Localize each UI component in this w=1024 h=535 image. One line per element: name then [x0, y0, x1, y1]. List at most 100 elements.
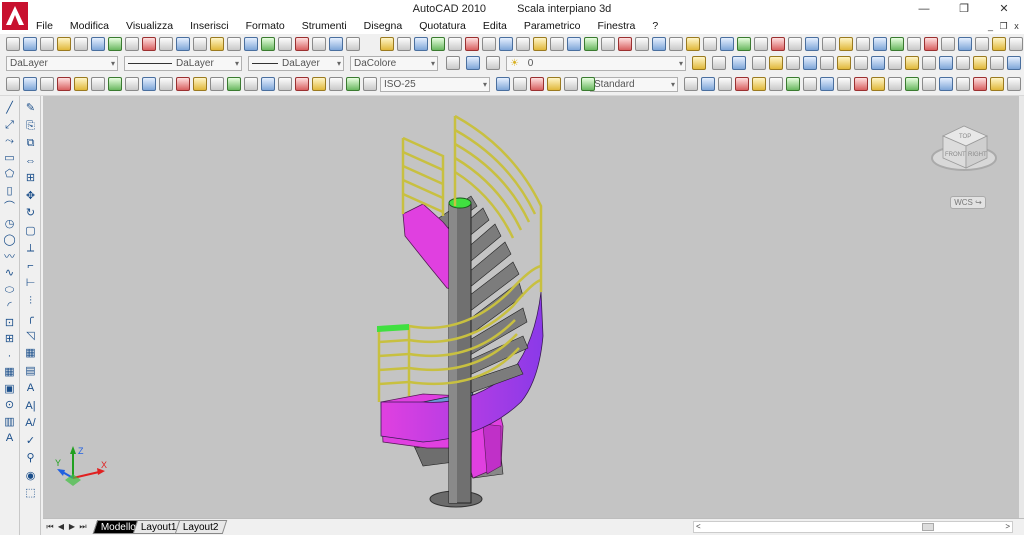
properties-tool-icon[interactable] — [837, 56, 851, 70]
draw-tool-icon[interactable]: ⌒ — [3, 201, 16, 214]
dimension-tool-icon[interactable] — [23, 77, 37, 91]
dimension-tool-icon[interactable] — [820, 77, 834, 91]
modify-tool-icon[interactable]: ◉ — [24, 470, 37, 483]
standard-tool-icon[interactable] — [91, 37, 105, 51]
modify-tool-icon[interactable]: ⊞ — [24, 172, 37, 185]
standard-tool-icon[interactable] — [907, 37, 921, 51]
dimension-tool-icon[interactable] — [922, 77, 936, 91]
properties-tool-icon[interactable] — [905, 56, 919, 70]
dimension-tool-icon[interactable] — [176, 77, 190, 91]
standard-tool-icon[interactable] — [533, 37, 547, 51]
standard-tool-icon[interactable] — [873, 37, 887, 51]
standard-tool-icon[interactable] — [312, 37, 326, 51]
draw-tool-icon[interactable]: ⤳ — [3, 135, 16, 148]
properties-tool-icon[interactable] — [803, 56, 817, 70]
standard-tool-icon[interactable] — [278, 37, 292, 51]
standard-tool-icon[interactable] — [57, 37, 71, 51]
menu-item-disegna[interactable]: Disegna — [364, 20, 403, 34]
menu-item-visualizza[interactable]: Visualizza — [126, 20, 173, 34]
dimension-tool-icon[interactable] — [752, 77, 766, 91]
dimension-tool-icon[interactable] — [718, 77, 732, 91]
standard-tool-icon[interactable] — [805, 37, 819, 51]
modify-tool-icon[interactable]: ⌐ — [24, 260, 37, 273]
dimension-tool-icon[interactable] — [769, 77, 783, 91]
modify-tool-icon[interactable]: ✥ — [24, 190, 37, 203]
dimension-tool-icon[interactable] — [888, 77, 902, 91]
restore-button[interactable]: ❐ — [944, 0, 984, 18]
last-tab-button[interactable]: ⏭ — [78, 521, 88, 532]
modify-tool-icon[interactable]: ⊢ — [24, 277, 37, 290]
scroll-left-icon[interactable]: < — [696, 522, 701, 531]
draw-tool-icon[interactable]: A — [3, 432, 16, 445]
properties-tool-icon[interactable] — [1007, 56, 1021, 70]
dimension-tool-icon[interactable] — [701, 77, 715, 91]
properties-tool-icon[interactable] — [973, 56, 987, 70]
standard-tool-icon[interactable] — [550, 37, 564, 51]
dimension-tool-icon[interactable] — [803, 77, 817, 91]
draw-tool-icon[interactable]: ▥ — [3, 416, 16, 429]
standard-tool-icon[interactable] — [652, 37, 666, 51]
standard-tool-icon[interactable] — [992, 37, 1006, 51]
draw-tool-icon[interactable]: ▯ — [3, 185, 16, 198]
modify-tool-icon[interactable]: ▢ — [24, 225, 37, 238]
modify-tool-icon[interactable]: ⬚ — [24, 487, 37, 500]
standard-tool-icon[interactable] — [771, 37, 785, 51]
standard-tool-icon[interactable] — [822, 37, 836, 51]
dimension-tool-icon[interactable] — [142, 77, 156, 91]
modify-tool-icon[interactable]: ⚲ — [24, 452, 37, 465]
dimension-tool-icon[interactable] — [312, 77, 326, 91]
dimension-tool-icon[interactable] — [1007, 77, 1021, 91]
standard-tool-icon[interactable] — [295, 37, 309, 51]
standard-tool-icon[interactable] — [669, 37, 683, 51]
dimension-tool-icon[interactable] — [735, 77, 749, 91]
standard-tool-icon[interactable] — [142, 37, 156, 51]
doc-close-button[interactable]: x — [1011, 20, 1022, 32]
standard-tool-icon[interactable] — [414, 37, 428, 51]
properties-tool-icon[interactable] — [466, 56, 480, 70]
drawing-viewport[interactable]: TOP FRONT RIGHT Z X Y WCS ↪ — [43, 96, 1019, 518]
next-tab-button[interactable]: ▶ — [67, 521, 77, 532]
properties-tool-icon[interactable] — [486, 56, 500, 70]
standard-tool-icon[interactable] — [856, 37, 870, 51]
draw-tool-icon[interactable]: ⊙ — [3, 399, 16, 412]
menu-item-inserisci[interactable]: Inserisci — [190, 20, 229, 34]
modify-tool-icon[interactable]: ✓ — [24, 435, 37, 448]
dimstyle-dropdown[interactable]: ISO-25 ▾ — [380, 77, 490, 92]
dimension-tool-icon[interactable] — [227, 77, 241, 91]
dimension-tool-icon[interactable] — [329, 77, 343, 91]
draw-tool-icon[interactable]: ⬠ — [3, 168, 16, 181]
dimension-tool-icon[interactable] — [108, 77, 122, 91]
scroll-thumb[interactable] — [922, 523, 934, 531]
standard-tool-icon[interactable] — [635, 37, 649, 51]
standard-tool-icon[interactable] — [346, 37, 360, 51]
vertical-scrollbar[interactable] — [1019, 96, 1024, 518]
standard-tool-icon[interactable] — [193, 37, 207, 51]
standard-tool-icon[interactable] — [499, 37, 513, 51]
standard-tool-icon[interactable] — [737, 37, 751, 51]
modify-tool-icon[interactable]: ╭ — [24, 312, 37, 325]
standard-tool-icon[interactable] — [448, 37, 462, 51]
menu-item-modifica[interactable]: Modifica — [70, 20, 109, 34]
doc-restore-button[interactable]: ❐ — [998, 20, 1009, 32]
modify-tool-icon[interactable]: ⫶ — [24, 295, 37, 308]
dimension-tool-icon[interactable] — [547, 77, 561, 91]
dimension-tool-icon[interactable] — [159, 77, 173, 91]
modify-tool-icon[interactable]: ▦ — [24, 347, 37, 360]
properties-tool-icon[interactable] — [732, 56, 746, 70]
dimension-tool-icon[interactable] — [57, 77, 71, 91]
standard-tool-icon[interactable] — [720, 37, 734, 51]
standard-tool-icon[interactable] — [227, 37, 241, 51]
standard-tool-icon[interactable] — [23, 37, 37, 51]
doc-minimize-button[interactable]: _ — [985, 20, 996, 32]
standard-tool-icon[interactable] — [839, 37, 853, 51]
standard-tool-icon[interactable] — [975, 37, 989, 51]
draw-tool-icon[interactable]: ╱ — [3, 102, 16, 115]
dimension-tool-icon[interactable] — [564, 77, 578, 91]
lineweight-dropdown[interactable]: DaLayer ▾ — [248, 56, 344, 71]
standard-tool-icon[interactable] — [924, 37, 938, 51]
menu-item-parametrico[interactable]: Parametrico — [524, 20, 581, 34]
viewcube[interactable]: TOP FRONT RIGHT — [931, 125, 997, 171]
dimension-tool-icon[interactable] — [261, 77, 275, 91]
dimension-tool-icon[interactable] — [40, 77, 54, 91]
menu-item-file[interactable]: File — [36, 20, 53, 34]
